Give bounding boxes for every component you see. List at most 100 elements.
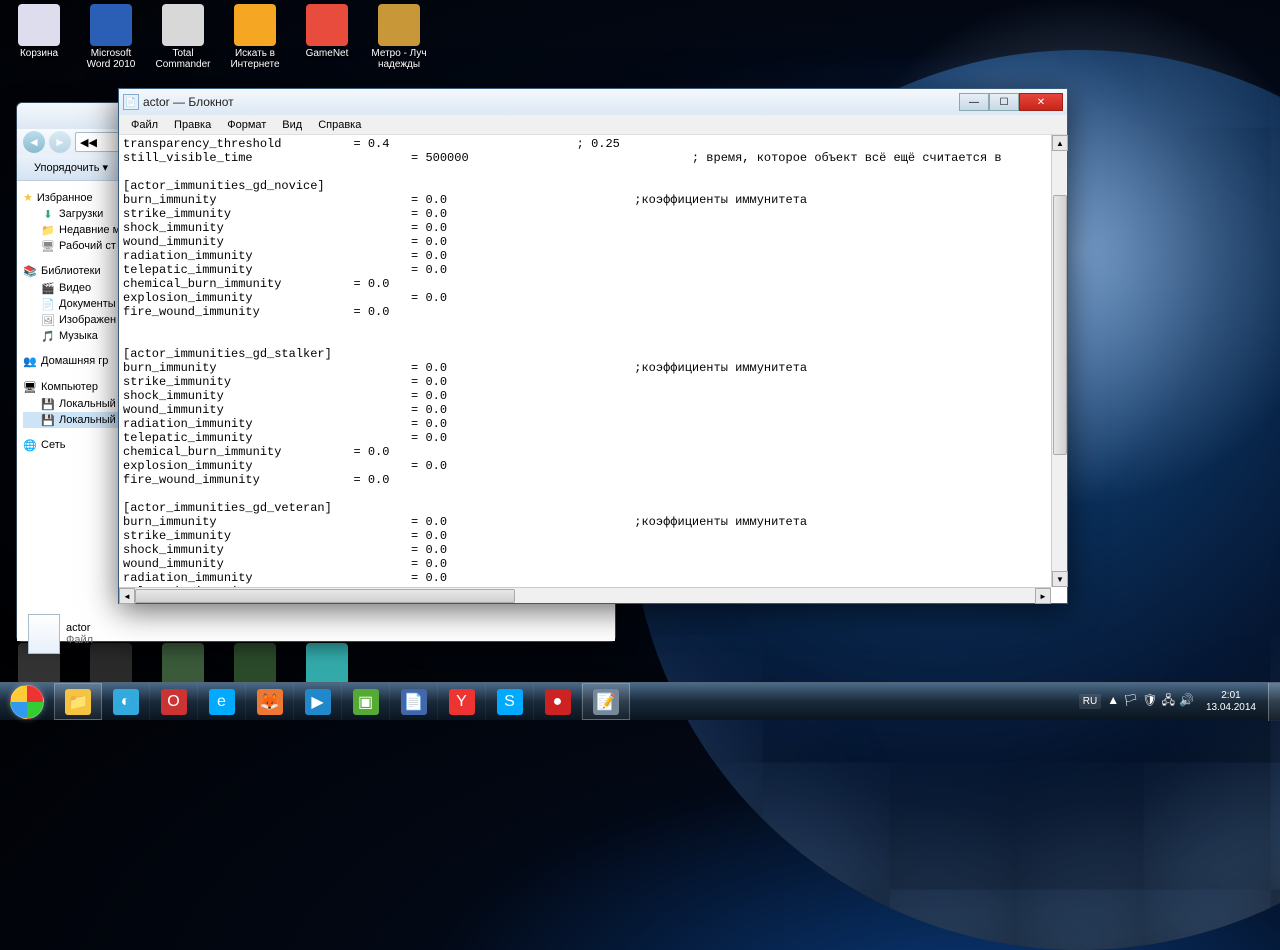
taskbar-app-icon: ▣ [353,689,379,715]
taskbar-item[interactable]: 📁 [54,683,102,720]
item-icon: 💾 [41,397,55,411]
group-label: Сеть [41,439,65,451]
taskbar-item[interactable]: e [198,683,246,720]
taskbar: 📁 ◐ Oe 🦊 ▶ ▣ 📄 YS ● 📝 RU ▲🏳🛡🖧🔊 2:01 13.04.2014 [0,682,1280,720]
clock-time: 2:01 [1206,690,1256,702]
taskbar-item[interactable]: S [486,683,534,720]
taskbar-item[interactable]: ▶ [294,683,342,720]
taskbar-item[interactable]: ● [534,683,582,720]
scroll-up-icon[interactable]: ▲ [1052,135,1068,151]
file-item[interactable]: actor Файл [28,614,93,654]
file-icon [28,614,60,654]
tray-icon[interactable]: ▲ [1105,693,1121,707]
app-icon [162,643,204,685]
group-icon: 👥 [23,354,37,368]
clock-date: 13.04.2014 [1206,702,1256,714]
notepad-window: 📄 actor — Блокнот ― ☐ ✕ ФайлПравкаФормат… [118,88,1068,604]
desktop-icon[interactable]: Корзина [8,4,70,70]
tray-icon[interactable]: 🖧 [1160,693,1177,707]
notepad-title: actor — Блокнот [143,95,959,109]
item-icon: 📄 [41,297,55,311]
app-icon [18,4,60,46]
taskbar-item[interactable]: ◐ [102,683,150,720]
file-name: actor [66,622,93,634]
tray-icon[interactable]: 🛡 [1140,693,1159,707]
taskbar-app-icon: O [161,689,187,715]
show-desktop-button[interactable] [1268,683,1280,721]
group-label: Избранное [37,192,93,204]
item-label: Недавние м [59,224,120,236]
item-icon: 🖼 [41,313,55,327]
nav-forward-icon[interactable]: ► [49,131,71,153]
icon-label: Искать в Интернете [224,48,286,70]
icon-label: Total Commander [152,48,214,70]
item-label: Локальный [59,414,116,426]
item-label: Видео [59,282,91,294]
menu-item[interactable]: Вид [274,117,310,133]
address-text: ◀◀ [80,136,97,149]
taskbar-item[interactable]: 🦊 [246,683,294,720]
item-label: Локальный [59,398,116,410]
notepad-close-button[interactable]: ✕ [1019,93,1063,111]
scroll-thumb-h[interactable] [135,589,515,603]
star-icon: ★ [23,191,33,204]
taskbar-app-icon: 📁 [65,689,91,715]
scroll-down-icon[interactable]: ▼ [1052,571,1068,587]
app-icon [378,4,420,46]
nav-back-icon[interactable]: ◄ [23,131,45,153]
folder-icon: 📚 [23,264,37,278]
group-label: Домашняя гр [41,355,108,367]
menu-item[interactable]: Файл [123,117,166,133]
desktop-icon[interactable]: Метро - Луч надежды [368,4,430,70]
icon-label: GameNet [296,48,358,59]
organize-button[interactable]: Упорядочить ▾ [25,158,117,177]
taskbar-item[interactable]: 📄 [390,683,438,720]
taskbar-item[interactable]: ▣ [342,683,390,720]
file-type: Файл [66,634,93,646]
taskbar-item[interactable]: O [150,683,198,720]
app-icon [162,4,204,46]
taskbar-item[interactable]: Y [438,683,486,720]
tray-icon[interactable]: 🏳 [1121,693,1140,707]
menu-item[interactable]: Справка [310,117,369,133]
item-icon: 📁 [41,223,55,237]
scroll-right-icon[interactable]: ► [1035,588,1051,604]
group-label: Библиотеки [41,265,101,277]
item-icon: 🎵 [41,329,55,343]
scroll-left-icon[interactable]: ◄ [119,588,135,604]
desktop-icon[interactable]: GameNet [296,4,358,70]
item-label: Музыка [59,330,98,342]
item-icon: 💾 [41,413,55,427]
taskbar-app-icon: 🦊 [257,689,283,715]
taskbar-app-icon: 📝 [593,689,619,715]
desktop-icon[interactable]: Microsoft Word 2010 [80,4,142,70]
app-icon [90,643,132,685]
taskbar-app-icon: ● [545,689,571,715]
taskbar-app-icon: 📄 [401,689,427,715]
icon-label: Метро - Луч надежды [368,48,430,70]
app-icon [306,4,348,46]
horizontal-scrollbar[interactable]: ◄ ► [119,587,1051,603]
group-icon: 🖥 [23,380,37,394]
language-indicator[interactable]: RU [1079,694,1101,709]
notepad-content[interactable]: transparency_threshold = 0.4 ; 0.25 stil… [119,135,1067,587]
notepad-app-icon: 📄 [123,94,139,110]
item-label: Загрузки [59,208,103,220]
scroll-thumb[interactable] [1053,195,1067,455]
app-icon [90,4,132,46]
notepad-maximize-button[interactable]: ☐ [989,93,1019,111]
taskbar-app-icon: S [497,689,523,715]
start-button[interactable] [0,683,54,721]
clock[interactable]: 2:01 13.04.2014 [1200,690,1262,714]
desktop-icon[interactable]: Total Commander [152,4,214,70]
menu-item[interactable]: Формат [219,117,274,133]
vertical-scrollbar[interactable]: ▲ ▼ [1051,135,1067,587]
tray-icon[interactable]: 🔊 [1177,693,1196,707]
desktop-icon[interactable]: Искать в Интернете [224,4,286,70]
menu-item[interactable]: Правка [166,117,219,133]
notepad-minimize-button[interactable]: ― [959,93,989,111]
app-icon [234,643,276,685]
taskbar-app-icon: Y [449,689,475,715]
group-icon: 🌐 [23,438,37,452]
taskbar-item[interactable]: 📝 [582,683,630,720]
